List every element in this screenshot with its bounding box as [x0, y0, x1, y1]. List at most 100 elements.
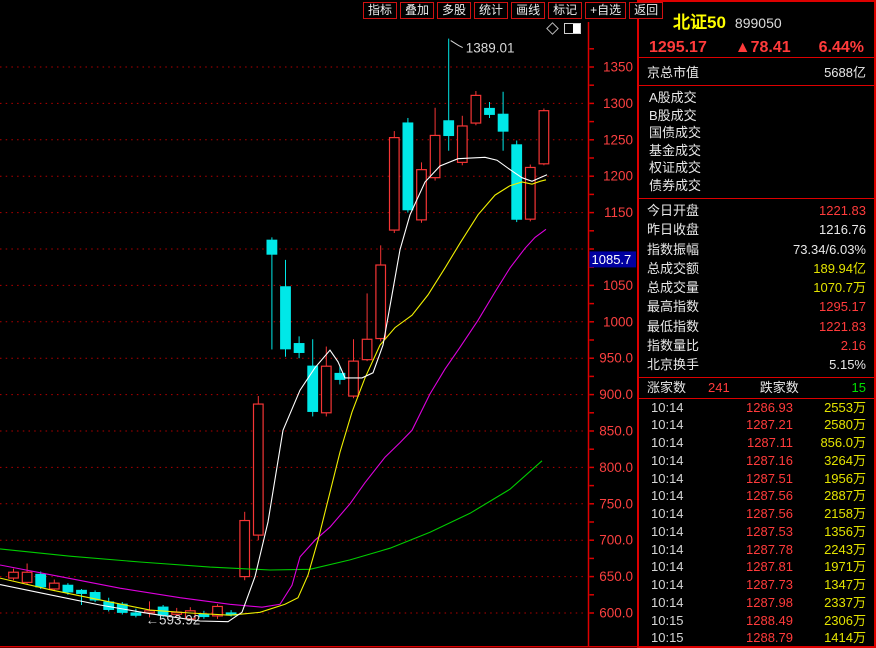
axis-label: 1050 — [603, 278, 633, 293]
stat-label: 总成交额 — [647, 259, 699, 278]
stat-label: 昨日收盘 — [647, 220, 699, 239]
last-price: 1295.17 — [649, 39, 707, 57]
tick-time: 10:15 — [639, 629, 701, 647]
tick-time: 10:14 — [639, 399, 701, 417]
decliners-count: 15 — [852, 378, 866, 398]
tick-volume: 2887万 — [793, 487, 874, 505]
instrument-code: 899050 — [735, 15, 782, 31]
tick-time: 10:14 — [639, 523, 701, 541]
tick-row[interactable]: 10:141287.212580万 — [639, 416, 874, 434]
stat-label: 最低指数 — [647, 317, 699, 336]
candle-up — [539, 111, 549, 164]
tick-row[interactable]: 10:141286.932553万 — [639, 399, 874, 417]
stat-row: 最高指数1295.17 — [639, 297, 874, 316]
diamond-icon[interactable] — [546, 22, 559, 35]
candle-down — [444, 121, 454, 136]
tick-row[interactable]: 10:141287.511956万 — [639, 470, 874, 488]
advance-decline-row: 涨家数 241 跌家数 15 — [639, 378, 874, 399]
toolbar-button-多股[interactable]: 多股 — [437, 2, 471, 19]
candle-down — [281, 287, 291, 349]
axis-label: 900.0 — [599, 387, 633, 402]
axis-label: 800.0 — [599, 460, 633, 475]
stat-row: 指数量比 2.16 — [639, 336, 874, 355]
tick-volume: 2158万 — [793, 505, 874, 523]
split-window-icon[interactable] — [564, 23, 581, 34]
tick-price: 1287.73 — [701, 576, 793, 594]
toolbar-button-统计[interactable]: 统计 — [474, 2, 508, 19]
toolbar-button-叠加[interactable]: 叠加 — [400, 2, 434, 19]
axis-label: 750.0 — [599, 496, 633, 511]
candle-up — [362, 339, 372, 359]
high-annotation: 1389.01 — [466, 41, 515, 56]
axis-label: 1300 — [603, 96, 633, 111]
candle-down — [77, 590, 87, 593]
stat-label: 指数量比 — [647, 336, 699, 355]
tick-price: 1286.93 — [701, 399, 793, 417]
tick-volume: 1356万 — [793, 523, 874, 541]
tick-row[interactable]: 10:141287.163264万 — [639, 452, 874, 470]
toolbar-button-画线[interactable]: 画线 — [511, 2, 545, 19]
stat-row: 总成交额189.94亿 — [639, 259, 874, 278]
tick-row[interactable]: 10:141287.562887万 — [639, 487, 874, 505]
tick-row[interactable]: 10:151288.791414万 — [639, 629, 874, 647]
tick-time: 10:14 — [639, 541, 701, 559]
candle-up — [22, 572, 32, 582]
tick-volume: 2553万 — [793, 399, 874, 417]
tick-time: 10:14 — [639, 434, 701, 452]
toolbar-button-自选[interactable]: +自选 — [585, 2, 626, 19]
axis-label: 600.0 — [599, 606, 633, 621]
axis-label: 1000 — [603, 314, 633, 329]
market-cap-row: 京总市值 5688亿 — [639, 57, 874, 86]
turnover-row: 国债成交 — [639, 124, 874, 142]
toolbar-button-标记[interactable]: 标记 — [548, 2, 582, 19]
kline-chart[interactable]: 1350130012501200115010501000950.0900.085… — [0, 0, 637, 648]
tick-row[interactable]: 10:141287.531356万 — [639, 523, 874, 541]
tick-row[interactable]: 10:141287.982337万 — [639, 594, 874, 612]
stat-row: 今日开盘 1221.83 — [639, 201, 874, 220]
advancers-count: 241 — [708, 378, 730, 398]
tick-list[interactable]: 10:141286.932553万10:141287.212580万10:141… — [639, 399, 874, 648]
stat-value: 1221.83 — [819, 201, 866, 220]
tick-time: 10:14 — [639, 594, 701, 612]
tick-row[interactable]: 10:141287.811971万 — [639, 558, 874, 576]
candle-down — [199, 614, 209, 616]
turnover-row: 权证成交 — [639, 159, 874, 177]
stat-value: 1221.83 — [819, 317, 866, 336]
toolbar-menu: 指标叠加多股统计画线标记+自选返回 — [363, 2, 663, 19]
tick-volume: 2243万 — [793, 541, 874, 559]
axis-label: 1350 — [603, 60, 633, 75]
candle-down — [131, 613, 141, 615]
stat-label: 北京换手 — [647, 355, 699, 374]
axis-label: 650.0 — [599, 569, 633, 584]
candle-up — [349, 361, 359, 396]
tick-row[interactable]: 10:151288.492306万 — [639, 612, 874, 630]
stat-label: 今日开盘 — [647, 201, 699, 220]
turnover-row: B股成交 — [639, 107, 874, 125]
tick-time: 10:14 — [639, 452, 701, 470]
tick-row[interactable]: 10:141287.11856.0万 — [639, 434, 874, 452]
tick-volume: 1971万 — [793, 558, 874, 576]
tick-row[interactable]: 10:141287.562158万 — [639, 505, 874, 523]
quote-panel: 北证50899050 1295.17 ▲78.41 6.44% 京总市值 568… — [637, 0, 876, 648]
axis-label: 1150 — [604, 205, 633, 220]
tick-price: 1287.56 — [701, 505, 793, 523]
candle-up — [458, 126, 468, 162]
tick-price: 1287.98 — [701, 594, 793, 612]
tick-price: 1288.79 — [701, 629, 793, 647]
tick-time: 10:14 — [639, 470, 701, 488]
tick-price: 1287.78 — [701, 541, 793, 559]
stat-label: 最高指数 — [647, 297, 699, 316]
toolbar-button-指标[interactable]: 指标 — [363, 2, 397, 19]
tick-price: 1287.53 — [701, 523, 793, 541]
price-change-pct: 6.44% — [819, 39, 864, 57]
candle-down — [267, 240, 277, 254]
tick-volume: 1414万 — [793, 629, 874, 647]
toolbar-button-返回[interactable]: 返回 — [629, 2, 663, 19]
tick-price: 1287.16 — [701, 452, 793, 470]
tick-volume: 1956万 — [793, 470, 874, 488]
candle-down — [403, 123, 413, 210]
stat-value: 2.16 — [841, 336, 866, 355]
tick-row[interactable]: 10:141287.731347万 — [639, 576, 874, 594]
tick-row[interactable]: 10:141287.782243万 — [639, 541, 874, 559]
axis-label: 950.0 — [599, 351, 633, 366]
